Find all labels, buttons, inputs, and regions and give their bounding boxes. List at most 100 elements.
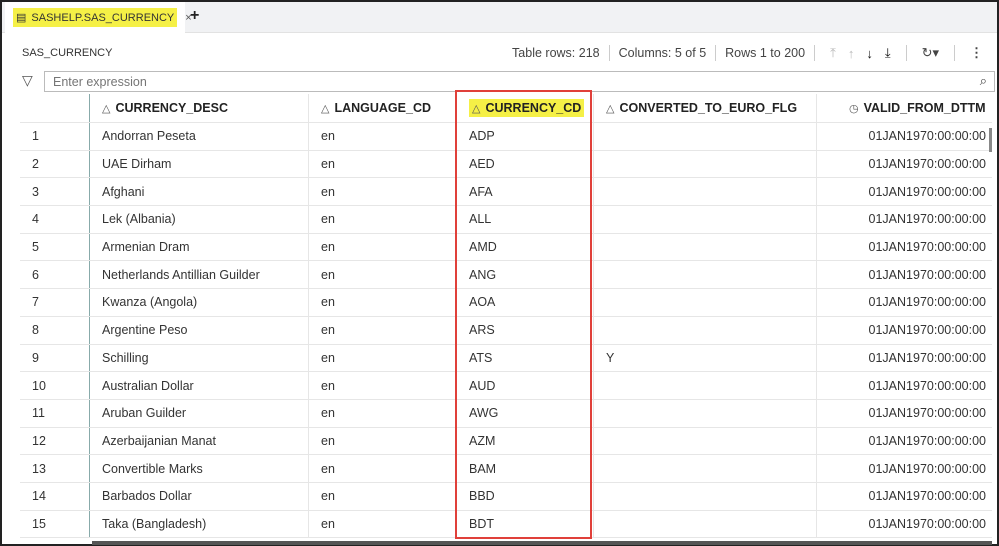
next-page-icon[interactable]: ↓ xyxy=(866,46,873,61)
table-cell: en xyxy=(309,178,457,206)
table-cell: Barbados Dollar xyxy=(90,482,309,510)
table-cell: Netherlands Antillian Guilder xyxy=(90,261,309,289)
table-cell: 01JAN1970:00:00:00 xyxy=(868,267,986,282)
table-cell: Afghani xyxy=(90,178,309,206)
row-number-header xyxy=(20,94,90,122)
column-header[interactable]: ◷ VALID_FROM_DTTM xyxy=(817,94,992,122)
table-cell: Schilling xyxy=(90,344,309,372)
table-cell: en xyxy=(309,206,457,233)
tab-sas-currency[interactable]: ▤ SASHELP.SAS_CURRENCY × xyxy=(5,2,192,33)
table-cell: en xyxy=(309,123,457,150)
table-cell: Argentine Peso xyxy=(90,316,309,344)
table-cell: en xyxy=(309,233,457,261)
table-cell: 01JAN1970:00:00:00 xyxy=(868,516,986,531)
tab-label: SASHELP.SAS_CURRENCY xyxy=(31,11,175,24)
table-cell: 01JAN1970:00:00:00 xyxy=(868,295,986,310)
table-cell: en xyxy=(309,344,457,372)
table-cell: 01JAN1970:00:00:00 xyxy=(868,212,986,227)
table-cell: en xyxy=(309,150,457,178)
row-number: 7 xyxy=(20,289,90,316)
table-cell: 01JAN1970:00:00:00 xyxy=(868,489,986,504)
row-number: 3 xyxy=(20,178,90,206)
toolbar: Table rows: 218 Columns: 5 of 5 Rows 1 t… xyxy=(512,44,989,62)
row-number: 1 xyxy=(20,123,90,150)
table-cell: en xyxy=(309,316,457,344)
more-options-icon[interactable]: ⋮ xyxy=(970,45,983,61)
filter-expression-input[interactable] xyxy=(44,71,995,92)
table-cell xyxy=(594,372,817,399)
column-header[interactable]: △ CONVERTED_TO_EURO_FLG xyxy=(594,94,817,122)
table-cell: Andorran Peseta xyxy=(90,123,309,150)
highlight-box xyxy=(455,90,592,539)
search-icon[interactable]: ⌕ xyxy=(980,73,987,89)
row-number: 5 xyxy=(20,233,90,261)
column-header[interactable]: △ CURRENCY_DESC xyxy=(90,94,309,122)
table-cell: Y xyxy=(594,344,817,372)
table-cell: en xyxy=(309,261,457,289)
character-type-icon: △ xyxy=(606,102,615,115)
row-number: 10 xyxy=(20,372,90,399)
table-cell xyxy=(594,206,817,233)
table-cell xyxy=(594,123,817,150)
filter-icon[interactable]: ▽ xyxy=(22,72,33,89)
row-number: 9 xyxy=(20,344,90,372)
table-cell xyxy=(594,482,817,510)
row-number: 12 xyxy=(20,427,90,455)
table-cell: 01JAN1970:00:00:00 xyxy=(868,350,986,365)
table-cell xyxy=(594,261,817,289)
row-number: 6 xyxy=(20,261,90,289)
column-header[interactable]: △ LANGUAGE_CD xyxy=(309,94,457,122)
table-cell: Kwanza (Angola) xyxy=(90,289,309,316)
table-cell xyxy=(594,233,817,261)
vertical-scrollbar[interactable] xyxy=(989,128,992,152)
table-cell xyxy=(594,178,817,206)
table-cell: 01JAN1970:00:00:00 xyxy=(868,184,986,199)
table-cell: 01JAN1970:00:00:00 xyxy=(868,240,986,255)
table-cell: 01JAN1970:00:00:00 xyxy=(868,129,986,144)
prev-page-icon[interactable]: ↑ xyxy=(848,46,855,61)
table-cell: UAE Dirham xyxy=(90,150,309,178)
table-cell: Australian Dollar xyxy=(90,372,309,399)
table-cell: Lek (Albania) xyxy=(90,206,309,233)
table-cell: 01JAN1970:00:00:00 xyxy=(868,378,986,393)
table-cell: en xyxy=(309,455,457,482)
table-cell: Aruban Guilder xyxy=(90,399,309,427)
table-cell: en xyxy=(309,427,457,455)
table-icon: ▤ xyxy=(16,12,27,24)
table-rows-count: Table rows: 218 xyxy=(512,46,600,60)
table-cell: 01JAN1970:00:00:00 xyxy=(868,461,986,476)
table-cell xyxy=(594,150,817,178)
table-cell: en xyxy=(309,399,457,427)
table-cell: en xyxy=(309,372,457,399)
table-cell: Azerbaijanian Manat xyxy=(90,427,309,455)
table-cell xyxy=(594,399,817,427)
columns-count[interactable]: Columns: 5 of 5 xyxy=(619,46,707,60)
table-cell: 01JAN1970:00:00:00 xyxy=(868,323,986,338)
row-number: 2 xyxy=(20,150,90,178)
first-page-icon[interactable]: ⤒ xyxy=(830,45,836,61)
horizontal-scrollbar[interactable] xyxy=(92,541,992,545)
table-cell: Taka (Bangladesh) xyxy=(90,510,309,538)
table-cell: en xyxy=(309,482,457,510)
character-type-icon: △ xyxy=(321,102,330,115)
table-cell: 01JAN1970:00:00:00 xyxy=(868,433,986,448)
table-cell: Convertible Marks xyxy=(90,455,309,482)
refresh-icon[interactable]: ↻▾ xyxy=(922,45,939,61)
row-number: 14 xyxy=(20,482,90,510)
table-cell xyxy=(594,510,817,538)
table-cell xyxy=(594,289,817,316)
row-number: 4 xyxy=(20,206,90,233)
table-cell: Armenian Dram xyxy=(90,233,309,261)
tab-bar: ▤ SASHELP.SAS_CURRENCY × + xyxy=(2,2,997,33)
last-page-icon[interactable]: ⤓ xyxy=(885,45,891,61)
row-number: 13 xyxy=(20,455,90,482)
table-cell xyxy=(594,455,817,482)
table-cell: 01JAN1970:00:00:00 xyxy=(868,406,986,421)
table-cell: en xyxy=(309,510,457,538)
table-cell: 01JAN1970:00:00:00 xyxy=(868,157,986,172)
datetime-type-icon: ◷ xyxy=(849,102,859,115)
row-number: 15 xyxy=(20,510,90,538)
table-cell xyxy=(594,427,817,455)
add-tab-button[interactable]: + xyxy=(190,7,199,25)
row-number: 11 xyxy=(20,399,90,427)
